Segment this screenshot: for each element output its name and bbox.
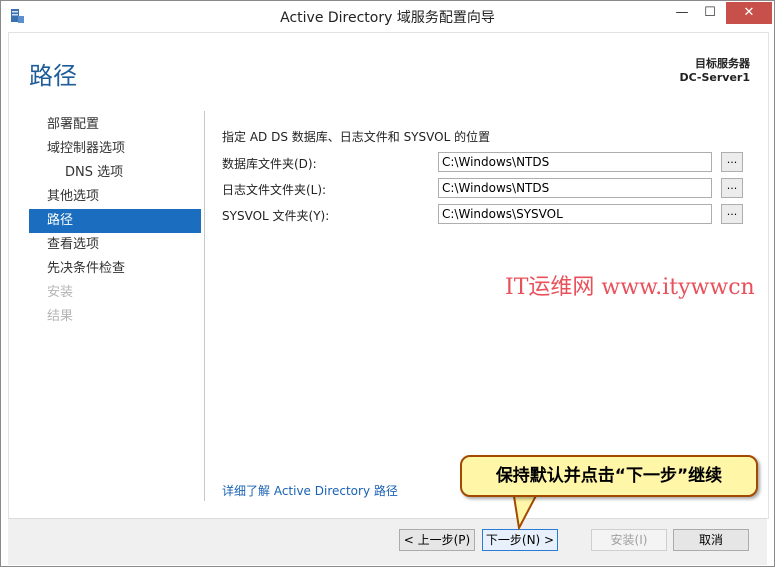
log-folder-row: 日志文件文件夹(L): ... xyxy=(222,178,752,200)
sysvol-folder-input[interactable] xyxy=(438,204,712,224)
database-folder-row: 数据库文件夹(D): ... xyxy=(222,152,752,174)
database-folder-input[interactable] xyxy=(438,152,712,172)
window-title: Active Directory 域服务配置向导 xyxy=(280,10,495,26)
nav-item-paths[interactable]: 路径 xyxy=(29,209,201,233)
back-button[interactable]: < 上一步(P) xyxy=(399,529,475,551)
learn-more-link[interactable]: 详细了解 Active Directory 路径 xyxy=(222,482,398,499)
nav-item-dns-options[interactable]: DNS 选项 xyxy=(29,161,201,185)
install-button: 安装(I) xyxy=(591,529,667,551)
nav-item-prerequisites[interactable]: 先决条件检查 xyxy=(29,257,201,281)
wizard-nav: 部署配置 域控制器选项 DNS 选项 其他选项 路径 查看选项 先决条件检查 安… xyxy=(29,113,201,329)
site-watermark: IT运维网 www.itywwcn xyxy=(505,275,755,300)
sysvol-browse-button[interactable]: ... xyxy=(721,204,743,224)
nav-item-review[interactable]: 查看选项 xyxy=(29,233,201,257)
nav-item-deployment[interactable]: 部署配置 xyxy=(29,113,201,137)
paths-panel: 指定 AD DS 数据库、日志文件和 SYSVOL 的位置 数据库文件夹(D):… xyxy=(222,128,743,224)
nav-divider xyxy=(204,111,205,501)
log-browse-button[interactable]: ... xyxy=(721,178,743,198)
target-server-label: 目标服务器 xyxy=(695,57,750,70)
panel-description: 指定 AD DS 数据库、日志文件和 SYSVOL 的位置 xyxy=(222,130,491,144)
sysvol-folder-row: SYSVOL 文件夹(Y): ... xyxy=(222,204,752,226)
cancel-button[interactable]: 取消 xyxy=(673,529,749,551)
log-folder-input[interactable] xyxy=(438,178,712,198)
instruction-callout: 保持默认并点击“下一步”继续 xyxy=(460,455,758,497)
database-folder-label: 数据库文件夹(D): xyxy=(222,157,317,171)
sysvol-folder-label: SYSVOL 文件夹(Y): xyxy=(222,209,330,223)
nav-item-installation: 安装 xyxy=(47,285,74,300)
log-folder-label: 日志文件文件夹(L): xyxy=(222,183,327,197)
close-button[interactable]: ✕ xyxy=(726,2,772,24)
title-bar: Active Directory 域服务配置向导 — ☐ ✕ xyxy=(1,1,774,31)
wizard-footer: < 上一步(P) 下一步(N) > 安装(I) 取消 xyxy=(8,518,767,565)
minimize-button[interactable]: — xyxy=(669,2,695,24)
page-title: 路径 xyxy=(29,62,77,90)
maximize-button[interactable]: ☐ xyxy=(697,2,723,24)
next-button[interactable]: 下一步(N) > xyxy=(482,529,558,551)
nav-item-results: 结果 xyxy=(47,309,74,324)
nav-item-dc-options[interactable]: 域控制器选项 xyxy=(29,137,201,161)
nav-item-additional-options[interactable]: 其他选项 xyxy=(29,185,201,209)
target-server-name: DC-Server1 xyxy=(679,71,750,84)
database-browse-button[interactable]: ... xyxy=(721,152,743,172)
